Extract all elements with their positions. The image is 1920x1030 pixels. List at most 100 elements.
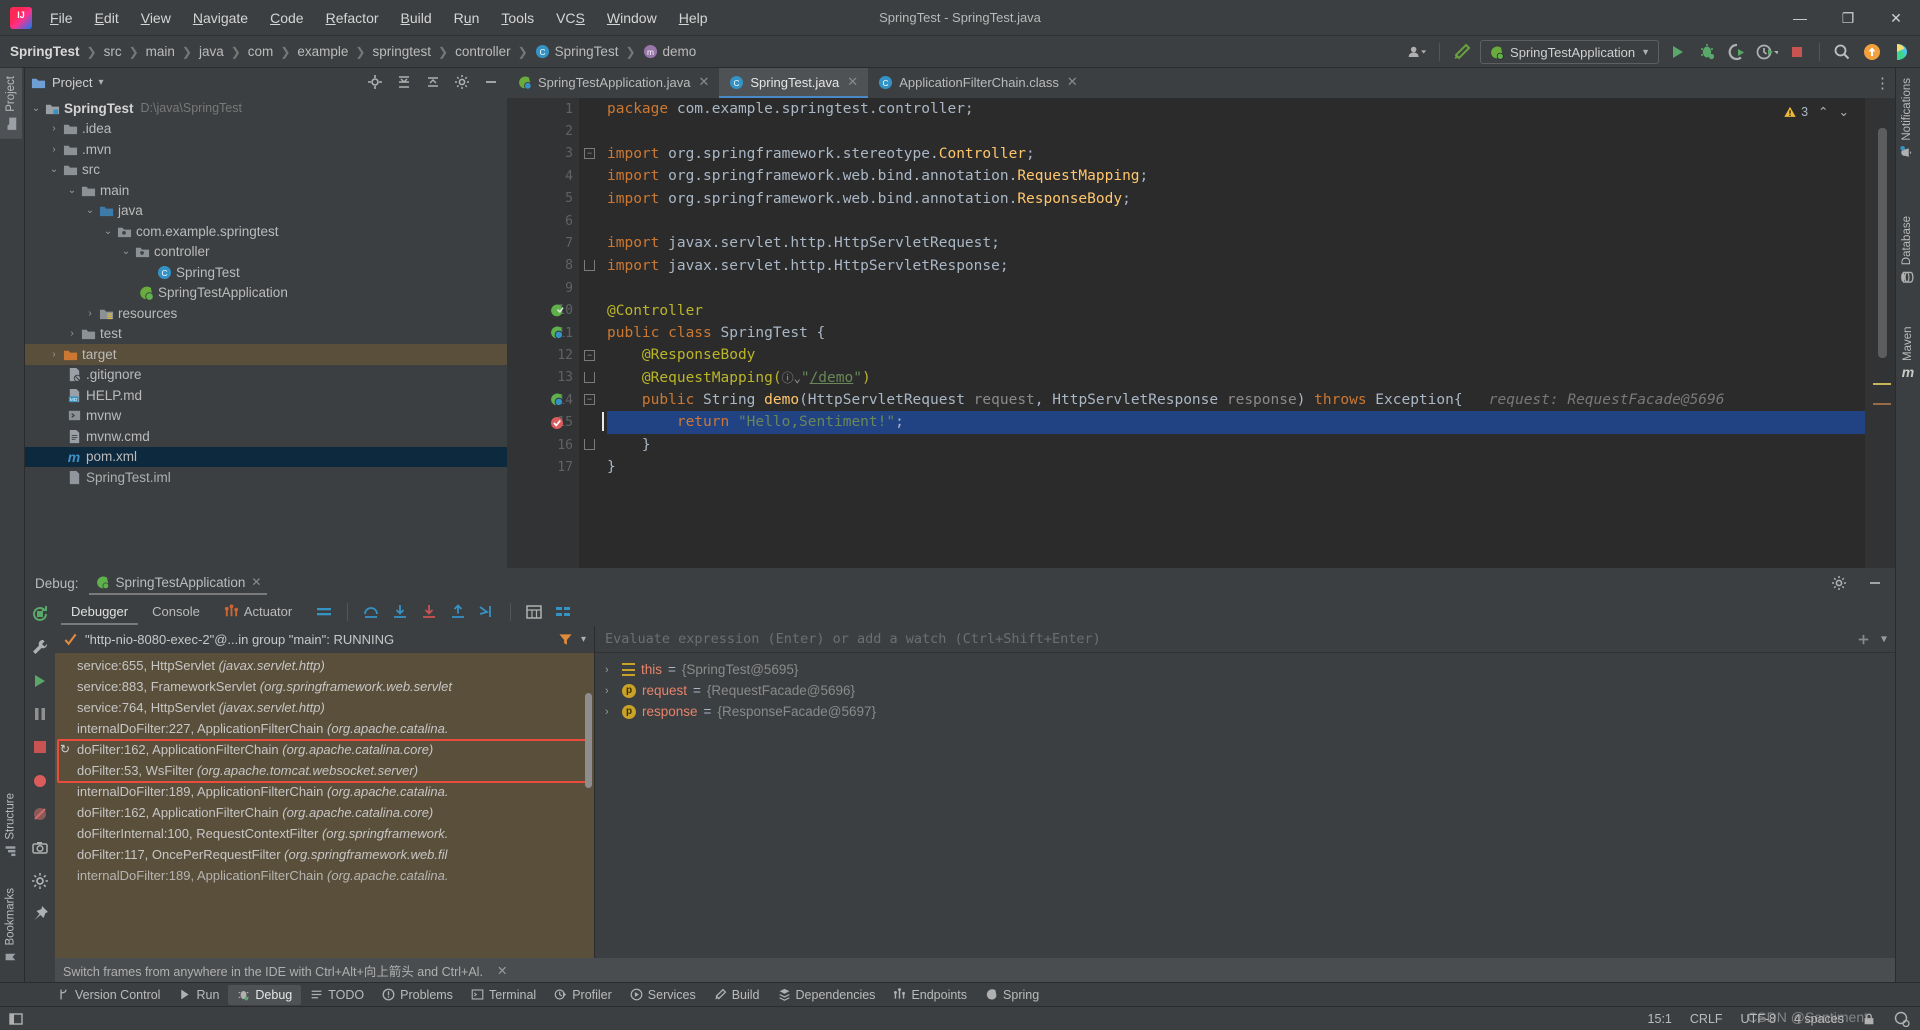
chevron-right-icon[interactable]: › bbox=[47, 123, 61, 134]
pause-program-icon[interactable] bbox=[30, 704, 50, 723]
frame-row[interactable]: internalDoFilter:189, ApplicationFilterC… bbox=[55, 781, 594, 802]
chevron-right-icon[interactable]: › bbox=[605, 706, 616, 718]
tool-window-todo[interactable]: TODO bbox=[301, 985, 373, 1005]
editor-scrollbar-thumb[interactable] bbox=[1878, 128, 1887, 358]
fold-minus-icon[interactable]: − bbox=[584, 148, 595, 159]
close-icon[interactable]: ✕ bbox=[698, 74, 709, 90]
hide-panel-icon[interactable] bbox=[479, 70, 503, 94]
tool-window-profiler[interactable]: Profiler bbox=[545, 985, 621, 1005]
tool-window-spring[interactable]: Spring bbox=[976, 985, 1048, 1005]
line-separator-widget[interactable]: CRLF bbox=[1690, 1012, 1723, 1026]
stop-button[interactable] bbox=[1785, 40, 1809, 64]
fold-end-icon[interactable] bbox=[584, 372, 595, 383]
run-to-cursor-icon[interactable] bbox=[477, 602, 497, 622]
resume-program-icon[interactable] bbox=[30, 671, 50, 690]
menu-build[interactable]: Build bbox=[391, 5, 442, 31]
frame-row[interactable]: service:655, HttpServlet (javax.servlet.… bbox=[55, 655, 594, 676]
tree-item-springtest-iml[interactable]: SpringTest.iml bbox=[25, 467, 507, 488]
tree-item-controller[interactable]: ⌄ controller bbox=[25, 242, 507, 263]
tool-window-dependencies[interactable]: Dependencies bbox=[769, 985, 885, 1005]
breadcrumb-java[interactable]: java bbox=[199, 44, 224, 59]
tool-window-services[interactable]: Services bbox=[621, 985, 705, 1005]
settings-gear-icon[interactable] bbox=[450, 70, 474, 94]
indent-widget[interactable]: 4 spaces bbox=[1794, 1012, 1844, 1026]
editor-gutter[interactable]: 1 2 3 4 5 6 7 8 9 10 11 12 13 14 15 16 1… bbox=[507, 98, 579, 568]
chevron-right-icon[interactable]: › bbox=[83, 308, 97, 319]
spring-bean-icon[interactable] bbox=[549, 303, 565, 319]
filter-icon[interactable] bbox=[558, 632, 573, 647]
settings-gear-icon[interactable] bbox=[1827, 571, 1851, 595]
run-button[interactable] bbox=[1665, 40, 1689, 64]
variable-row-response[interactable]: › p response = {ResponseFacade@5697} bbox=[595, 701, 1895, 722]
debug-run-tab[interactable]: SpringTestApplication ✕ bbox=[88, 572, 268, 595]
step-into-icon[interactable] bbox=[390, 602, 410, 622]
frames-scrollbar-thumb[interactable] bbox=[585, 693, 592, 788]
pin-icon[interactable] bbox=[30, 905, 50, 924]
tree-item-target[interactable]: › target bbox=[25, 344, 507, 365]
chevron-down-icon[interactable]: ⌄ bbox=[119, 246, 133, 257]
frame-row[interactable]: internalDoFilter:227, ApplicationFilterC… bbox=[55, 718, 594, 739]
frame-row[interactable]: service:883, FrameworkServlet (org.sprin… bbox=[55, 676, 594, 697]
search-everywhere-icon[interactable] bbox=[1830, 40, 1854, 64]
run-configuration-selector[interactable]: SpringTestApplication ▼ bbox=[1480, 40, 1659, 64]
collapse-all-icon[interactable] bbox=[421, 70, 445, 94]
frame-row[interactable]: doFilter:53, WsFilter (org.apache.tomcat… bbox=[55, 760, 594, 781]
maximize-button[interactable]: ❐ bbox=[1824, 0, 1872, 36]
variables-list[interactable]: › this = {SpringTest@5695} › p request =… bbox=[595, 653, 1895, 958]
chevron-down-icon[interactable]: ▼ bbox=[1881, 634, 1887, 645]
project-tree[interactable]: ⌄ SpringTest D:\java\SpringTest › .idea … bbox=[25, 96, 507, 568]
chevron-down-icon[interactable]: ⌄ bbox=[101, 226, 115, 237]
tree-item-gitignore[interactable]: .gitignore bbox=[25, 365, 507, 386]
tool-window-terminal[interactable]: Terminal bbox=[462, 985, 545, 1005]
close-icon[interactable]: ✕ bbox=[497, 963, 507, 978]
menu-navigate[interactable]: Navigate bbox=[183, 5, 258, 31]
tree-item-package-root[interactable]: ⌄ com.example.springtest bbox=[25, 221, 507, 242]
spring-bean-class-icon[interactable] bbox=[549, 325, 565, 341]
close-icon[interactable]: ✕ bbox=[1067, 74, 1078, 90]
warning-marker[interactable] bbox=[1873, 383, 1891, 385]
chevron-right-icon[interactable]: › bbox=[47, 349, 61, 360]
settings-icon[interactable] bbox=[30, 871, 50, 890]
tab-actuator[interactable]: Actuator bbox=[214, 600, 302, 625]
camera-icon[interactable] bbox=[30, 838, 50, 857]
change-marker[interactable] bbox=[1873, 403, 1891, 405]
settings-wrench-icon[interactable] bbox=[30, 637, 50, 656]
breadcrumb-src[interactable]: src bbox=[104, 44, 122, 59]
menu-view[interactable]: View bbox=[131, 5, 181, 31]
chevron-right-icon[interactable]: › bbox=[605, 664, 616, 676]
chevron-right-icon[interactable]: › bbox=[47, 144, 61, 155]
breadcrumb-example[interactable]: example bbox=[297, 44, 348, 59]
updates-icon[interactable] bbox=[1860, 40, 1884, 64]
tool-window-build[interactable]: Build bbox=[705, 985, 769, 1005]
minimize-button[interactable]: — bbox=[1776, 0, 1824, 36]
menu-edit[interactable]: Edit bbox=[85, 5, 129, 31]
fold-minus-icon[interactable]: − bbox=[584, 394, 595, 405]
frames-list[interactable]: service:655, HttpServlet (javax.servlet.… bbox=[55, 653, 594, 958]
tab-console[interactable]: Console bbox=[142, 600, 210, 625]
frame-row[interactable]: internalDoFilter:189, ApplicationFilterC… bbox=[55, 865, 594, 886]
menu-code[interactable]: Code bbox=[260, 5, 313, 31]
stop-icon[interactable] bbox=[30, 738, 50, 757]
tab-springtest-java[interactable]: C SpringTest.java ✕ bbox=[719, 68, 869, 98]
debug-button[interactable] bbox=[1695, 40, 1719, 64]
breadcrumb-class-springtest[interactable]: SpringTest bbox=[555, 44, 619, 59]
tree-item-help-md[interactable]: MD HELP.md bbox=[25, 385, 507, 406]
editor-fold-column[interactable]: − − − bbox=[579, 98, 601, 568]
tree-item-springtest-root[interactable]: ⌄ SpringTest D:\java\SpringTest bbox=[25, 98, 507, 119]
tree-item-resources[interactable]: › resources bbox=[25, 303, 507, 324]
tool-window-problems[interactable]: Problems bbox=[373, 985, 462, 1005]
tool-window-version-control[interactable]: Version Control bbox=[48, 985, 169, 1005]
frame-row[interactable]: doFilter:117, OncePerRequestFilter (org.… bbox=[55, 844, 594, 865]
tree-item-idea[interactable]: › .idea bbox=[25, 119, 507, 140]
sidebar-item-database[interactable]: Database bbox=[1896, 208, 1918, 292]
step-over-icon[interactable] bbox=[361, 602, 381, 622]
sidebar-item-project[interactable]: Project bbox=[0, 68, 22, 139]
fold-end-icon[interactable] bbox=[584, 439, 595, 450]
menu-help[interactable]: Help bbox=[669, 5, 718, 31]
editor-tab-overflow[interactable]: ⋮ bbox=[1875, 68, 1890, 98]
caret-position-widget[interactable]: 15:1 bbox=[1648, 1012, 1672, 1026]
more-options-icon[interactable]: ⋮ bbox=[1875, 74, 1890, 92]
locate-icon[interactable] bbox=[363, 70, 387, 94]
chevron-down-icon[interactable]: ▾ bbox=[98, 77, 103, 88]
close-button[interactable]: ✕ bbox=[1872, 0, 1920, 36]
